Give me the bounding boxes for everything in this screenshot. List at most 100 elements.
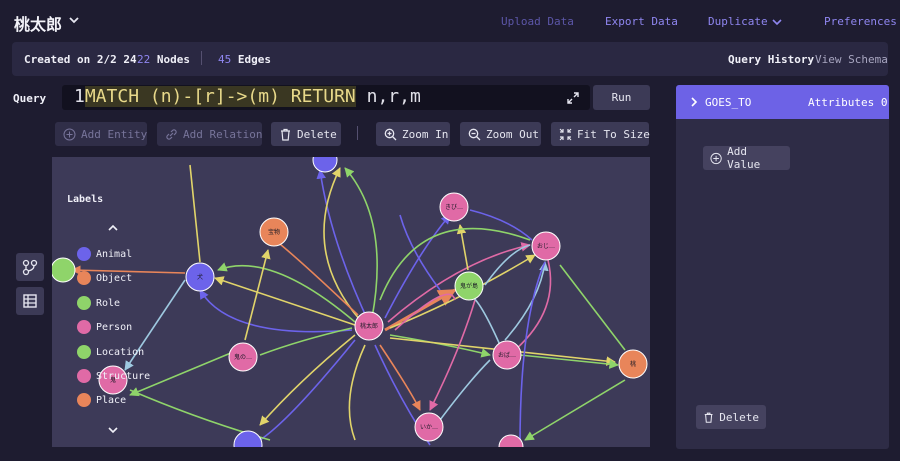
edge[interactable] xyxy=(429,299,476,411)
graph-icon xyxy=(22,259,38,276)
edge[interactable] xyxy=(514,259,552,351)
table-icon xyxy=(23,294,37,308)
legend-item[interactable]: Role xyxy=(77,296,120,310)
legend-label: Animal xyxy=(96,248,133,260)
edge[interactable] xyxy=(469,209,533,241)
plus-circle-icon xyxy=(63,128,76,140)
relation-panel xyxy=(676,85,889,449)
legend-item[interactable]: Object xyxy=(77,271,132,285)
expand-icon[interactable] xyxy=(566,91,580,105)
zoom-out-icon xyxy=(468,128,481,140)
view-schema-tab[interactable]: View Schema xyxy=(815,53,888,66)
edge[interactable] xyxy=(214,276,356,326)
nodes-count: 22 Nodes xyxy=(137,53,190,66)
zoom-out-button[interactable]: Zoom Out xyxy=(460,122,541,146)
node-label: 犬 xyxy=(197,273,203,281)
edge[interactable] xyxy=(344,167,378,319)
edge[interactable] xyxy=(379,344,421,411)
zoom-out-label: Zoom Out xyxy=(486,127,539,141)
zoom-in-label: Zoom In xyxy=(402,127,449,141)
created-date: Created on 2/2 24 xyxy=(24,53,137,66)
node-label: 鬼の… xyxy=(234,353,252,361)
legend-item[interactable]: Structure xyxy=(77,369,150,383)
trash-icon xyxy=(704,412,713,423)
graph-node[interactable] xyxy=(52,257,76,283)
legend-label: Place xyxy=(96,394,127,406)
table-view-button[interactable] xyxy=(16,287,44,315)
divider xyxy=(201,51,202,65)
attributes-count: Attributes 0 xyxy=(808,96,888,109)
query-text[interactable]: 1MATCH (n)-[r]->(m) RETURN n,r,m xyxy=(74,86,421,107)
legend-label: Structure xyxy=(96,370,151,382)
delete-relation-label: Delete xyxy=(719,410,759,424)
add-entity-button[interactable]: Add Entity xyxy=(55,122,147,146)
relation-type: GOES_TO xyxy=(705,96,752,109)
add-relation-button[interactable]: Add Relation xyxy=(157,122,262,146)
edge[interactable] xyxy=(394,293,456,331)
duplicate-button[interactable]: Duplicate xyxy=(708,15,768,28)
graph-canvas[interactable]: 犬 宝物 桃太郎 きび… おじ… 鬼が島 おば… 鬼の… いか… 桃 鬼 xyxy=(52,157,650,447)
add-value-label: Add Value xyxy=(727,145,761,171)
edge[interactable] xyxy=(439,359,491,421)
legend-color-dot xyxy=(77,393,91,407)
graph-node[interactable] xyxy=(312,157,338,173)
graph-svg[interactable]: 犬 宝物 桃太郎 きび… おじ… 鬼が島 おば… 鬼の… いか… 桃 鬼 xyxy=(52,157,650,447)
chevron-up-icon[interactable] xyxy=(106,222,120,234)
toolbar-divider xyxy=(357,126,358,140)
upload-data-button[interactable]: Upload Data xyxy=(501,15,574,28)
graph-node[interactable] xyxy=(233,430,263,447)
zoom-in-button[interactable]: Zoom In xyxy=(376,122,450,146)
legend-item[interactable]: Place xyxy=(77,393,126,407)
legend-label: Person xyxy=(96,321,133,333)
delete-button[interactable]: Delete xyxy=(271,122,341,146)
edge[interactable] xyxy=(456,224,469,271)
export-data-button[interactable]: Export Data xyxy=(605,15,678,28)
legend-label: Location xyxy=(96,346,145,358)
node-label: 桃太郎 xyxy=(360,322,378,330)
edge[interactable] xyxy=(384,214,451,319)
legend-item[interactable]: Animal xyxy=(77,247,132,261)
edge[interactable] xyxy=(524,379,626,441)
nodes-label: Nodes xyxy=(156,53,190,66)
node-label: おば… xyxy=(498,351,516,359)
legend-color-dot xyxy=(77,320,91,334)
edges xyxy=(71,164,626,446)
graph-view-button[interactable] xyxy=(16,253,44,281)
edges-label: Edges xyxy=(237,53,271,66)
chevron-down-icon[interactable] xyxy=(66,10,82,30)
edges-count-value: 45 xyxy=(218,53,232,66)
edge[interactable] xyxy=(348,344,366,441)
node-label: きび… xyxy=(445,203,463,211)
node-label: いか… xyxy=(420,424,438,431)
legend-color-dot xyxy=(77,296,91,310)
edge[interactable] xyxy=(504,261,549,341)
edge[interactable] xyxy=(559,264,626,351)
chevron-right-icon[interactable] xyxy=(688,96,700,108)
legend-label: Role xyxy=(96,297,121,309)
chevron-down-icon[interactable] xyxy=(106,424,120,436)
query-suffix: n,r,m xyxy=(355,86,421,107)
chevron-down-icon[interactable] xyxy=(770,15,784,29)
query-highlight: MATCH (n)-[r]->(m) RETURN xyxy=(84,86,356,107)
delete-relation-button[interactable]: Delete xyxy=(696,405,766,429)
edge[interactable] xyxy=(199,289,353,333)
legend-item[interactable]: Person xyxy=(77,320,132,334)
trash-icon xyxy=(281,128,290,141)
edge[interactable] xyxy=(389,334,491,358)
node-label: おじ… xyxy=(537,243,555,250)
legend-item[interactable]: Location xyxy=(77,345,144,359)
edge[interactable] xyxy=(189,164,201,263)
query-history-tab[interactable]: Query History xyxy=(728,53,814,66)
edges-count: 45 Edges xyxy=(218,53,271,66)
run-button[interactable]: Run xyxy=(593,85,650,110)
line-number: 1 xyxy=(74,86,85,107)
fit-to-size-button[interactable]: Fit To Size xyxy=(551,122,650,146)
legend-label: Object xyxy=(96,272,133,284)
edge[interactable] xyxy=(259,334,356,426)
add-value-button[interactable]: Add Value xyxy=(703,145,790,171)
preferences-button[interactable]: Preferences xyxy=(824,15,897,28)
fit-label: Fit To Size xyxy=(577,127,650,141)
edge[interactable] xyxy=(259,339,356,441)
edge[interactable] xyxy=(323,167,361,321)
fit-icon xyxy=(559,128,572,140)
